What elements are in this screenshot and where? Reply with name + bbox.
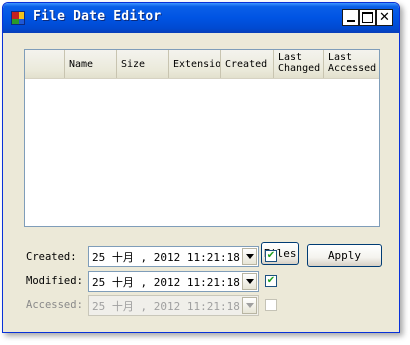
created-dropdown-button[interactable] — [242, 248, 257, 265]
modified-label: Modified: — [26, 275, 83, 287]
modified-checkbox[interactable]: ✔ — [265, 275, 277, 287]
created-date-value: 25 十月 , 2012 11:21:18 — [92, 250, 240, 264]
maximize-icon — [362, 12, 373, 23]
apply-button[interactable]: Apply — [307, 244, 382, 267]
minimize-icon — [346, 20, 355, 22]
app-icon — [11, 11, 25, 25]
file-list-header: Name Size Extension Created Last Changed… — [25, 50, 379, 79]
created-checkbox[interactable]: ✔ — [265, 250, 277, 262]
column-header-size[interactable]: Size — [117, 50, 169, 78]
column-header-last-changed[interactable]: Last Changed — [274, 50, 324, 78]
created-label: Created: — [26, 251, 77, 263]
accessed-label: Accessed: — [26, 299, 83, 311]
maximize-button[interactable] — [359, 9, 376, 26]
window-title: File Date Editor — [33, 9, 162, 24]
created-date-picker[interactable]: 25 十月 , 2012 11:21:18 — [88, 246, 259, 267]
chevron-down-icon — [245, 254, 254, 259]
accessed-dropdown-button — [242, 297, 257, 314]
close-button[interactable]: ✕ — [376, 9, 393, 26]
modified-date-picker[interactable]: 25 十月 , 2012 11:21:18 — [88, 271, 259, 292]
minimize-button[interactable] — [342, 9, 359, 26]
column-header-created[interactable]: Created — [221, 50, 274, 78]
chevron-down-icon — [245, 279, 254, 284]
modified-dropdown-button[interactable] — [242, 273, 257, 290]
accessed-checkbox[interactable] — [265, 299, 277, 311]
main-window: File Date Editor ✕ Name Size Extension C… — [2, 2, 400, 333]
column-header-last-accessed[interactable]: Last Accessed — [324, 50, 379, 78]
column-header-name[interactable]: Name — [65, 50, 117, 78]
chevron-down-icon — [245, 303, 254, 308]
modified-date-value: 25 十月 , 2012 11:21:18 — [92, 275, 240, 289]
accessed-date-value: 25 十月 , 2012 11:21:18 — [92, 299, 240, 313]
file-list[interactable]: Name Size Extension Created Last Changed… — [24, 49, 380, 227]
title-bar[interactable]: File Date Editor ✕ — [3, 3, 399, 33]
close-icon: ✕ — [379, 10, 390, 25]
column-header-blank[interactable] — [25, 50, 65, 78]
accessed-date-picker: 25 十月 , 2012 11:21:18 — [88, 295, 259, 316]
column-header-extension[interactable]: Extension — [169, 50, 221, 78]
